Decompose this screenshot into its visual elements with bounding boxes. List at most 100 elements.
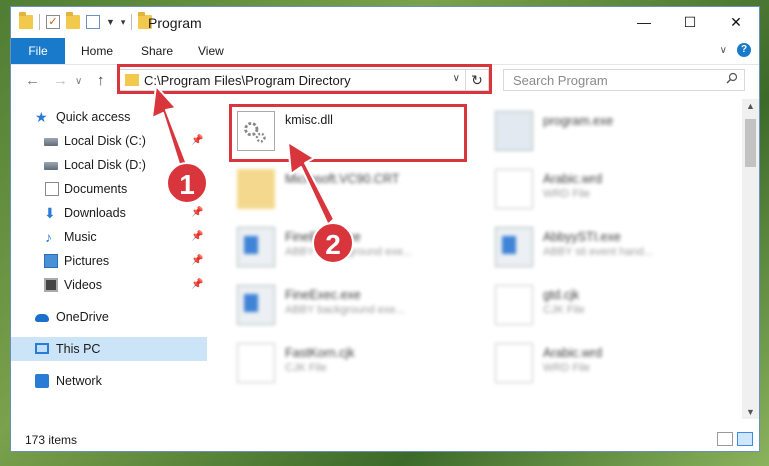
sidebar-item-label: Videos (64, 278, 102, 292)
file-type: CJK File (543, 304, 585, 316)
sidebar-item-label: Local Disk (D:) (64, 158, 146, 172)
folder-icon (19, 12, 33, 29)
network-icon (35, 374, 49, 388)
expand-ribbon-icon[interactable]: ∨ (720, 45, 727, 56)
file-type: CJK File (285, 362, 327, 374)
star-icon: ★ (35, 109, 48, 125)
pin-icon[interactable]: 📌 (191, 135, 203, 146)
sidebar-item-label: Local Disk (C:) (64, 134, 146, 148)
tab-view[interactable]: View (198, 38, 224, 64)
list-item[interactable]: Arabic.wrd WRD File (485, 337, 725, 389)
file-type: WRD File (543, 362, 591, 374)
sidebar-item-label: Pictures (64, 254, 110, 268)
window-title: Program (148, 15, 202, 31)
computer-icon (35, 343, 49, 354)
application-icon (495, 227, 533, 267)
sidebar-item-videos[interactable]: Videos 📌 (11, 273, 207, 297)
ribbon: File Home Share View ∨ ? (11, 38, 759, 65)
file-name: Arabic.wrd (543, 346, 603, 360)
videos-icon (44, 278, 58, 292)
item-count: 173 items (25, 433, 78, 447)
pin-icon[interactable]: 📌 (191, 255, 203, 266)
list-item[interactable]: program.exe (485, 105, 725, 157)
list-item[interactable]: FineExec.exe ABBY background exe... (227, 279, 467, 331)
sidebar-item-onedrive[interactable]: OneDrive (11, 305, 207, 329)
properties-icon[interactable]: ✓ (46, 15, 60, 29)
file-name: FineExec.exe (285, 288, 361, 302)
file-icon (237, 343, 275, 383)
tab-share[interactable]: Share (141, 38, 173, 64)
cloud-icon (35, 314, 49, 322)
close-button[interactable]: ✕ (713, 7, 759, 38)
scroll-down-icon[interactable]: ▼ (746, 407, 755, 417)
file-name: AbbyySTI.exe (543, 230, 621, 244)
navigation-pane: ★ Quick access Local Disk (C:) 📌 Local D… (11, 99, 207, 419)
step-1-badge: 1 (166, 162, 208, 204)
file-icon (495, 285, 533, 325)
vertical-scrollbar[interactable]: ▲ ▼ (742, 99, 759, 419)
sidebar-item-label: Downloads (64, 206, 126, 220)
minimize-button[interactable]: — (621, 7, 667, 38)
scroll-up-icon[interactable]: ▲ (746, 101, 755, 111)
chevron-down-icon[interactable]: ▼ (106, 17, 115, 27)
list-item[interactable]: FastKorn.cjk CJK File (227, 337, 467, 389)
view-options-icon[interactable] (86, 15, 100, 29)
forward-button[interactable]: → (53, 72, 68, 89)
divider (39, 14, 40, 30)
tiles-view-icon[interactable] (737, 432, 753, 446)
file-name: gtd.cjk (543, 288, 580, 302)
file-type: ABBY sti event hand... (543, 246, 653, 258)
sidebar-item-label: This PC (56, 342, 101, 356)
help-icon[interactable]: ? (737, 43, 751, 57)
pin-icon[interactable]: 📌 (191, 231, 203, 242)
documents-icon (45, 182, 59, 196)
customize-toolbar-icon[interactable]: ▾ (121, 17, 126, 28)
pin-icon[interactable]: 📌 (191, 279, 203, 290)
list-item[interactable]: gtd.cjk CJK File (485, 279, 725, 331)
exe-file-icon (495, 111, 533, 151)
list-item[interactable]: Arabic.wrd WRD File (485, 163, 725, 215)
drive-icon (44, 162, 58, 170)
pin-icon[interactable]: 📌 (191, 207, 203, 218)
drive-icon (44, 138, 58, 146)
title-bar: ✓ ▼ ▾ Program — ☐ ✕ (11, 7, 759, 38)
status-bar: 173 items (11, 429, 759, 451)
sidebar-item-pictures[interactable]: Pictures 📌 (11, 249, 207, 273)
search-placeholder: Search Program (513, 73, 608, 88)
file-name: Microsoft.VC90.CRT (285, 172, 400, 186)
sidebar-item-downloads[interactable]: ⬇ Downloads 📌 (11, 201, 207, 225)
sidebar-item-label: OneDrive (56, 310, 109, 324)
quick-access-toolbar: ✓ ▼ ▾ (19, 12, 153, 30)
search-input[interactable]: Search Program (503, 69, 745, 91)
details-view-icon[interactable] (717, 432, 733, 446)
sidebar-item-label: Network (56, 374, 102, 388)
tab-file[interactable]: File (11, 38, 65, 64)
list-item[interactable]: Microsoft.VC90.CRT (227, 163, 467, 215)
sidebar-item-music[interactable]: ♪ Music 📌 (11, 225, 207, 249)
sidebar-item-label: Documents (64, 182, 128, 196)
maximize-button[interactable]: ☐ (667, 7, 713, 38)
scroll-thumb[interactable] (745, 119, 756, 167)
tab-home[interactable]: Home (81, 38, 113, 64)
sidebar-item-this-pc[interactable]: This PC (11, 337, 207, 361)
recent-locations-icon[interactable]: ∨ (75, 76, 82, 87)
sidebar-item-quick-access[interactable]: ★ Quick access (11, 105, 207, 129)
pictures-icon (44, 254, 58, 268)
list-item[interactable]: AbbyySTI.exe ABBY sti event hand... (485, 221, 725, 273)
sidebar-item-label: Music (64, 230, 97, 244)
file-highlight (229, 104, 467, 162)
file-icon (495, 343, 533, 383)
file-name: program.exe (543, 114, 614, 128)
divider (131, 14, 133, 30)
file-name: Arabic.wrd (543, 172, 603, 186)
sidebar-item-network[interactable]: Network (11, 369, 207, 393)
up-button[interactable]: ↑ (97, 72, 105, 89)
back-button[interactable]: ← (25, 72, 40, 89)
file-type: ABBY background exe... (285, 304, 405, 316)
sidebar-item-label: Quick access (56, 110, 131, 124)
new-folder-icon[interactable] (66, 12, 80, 29)
application-icon (237, 227, 275, 267)
file-name: FastKorn.cjk (285, 346, 355, 360)
file-type: WRD File (543, 188, 591, 200)
sidebar-item-local-disk-c[interactable]: Local Disk (C:) 📌 (11, 129, 207, 153)
